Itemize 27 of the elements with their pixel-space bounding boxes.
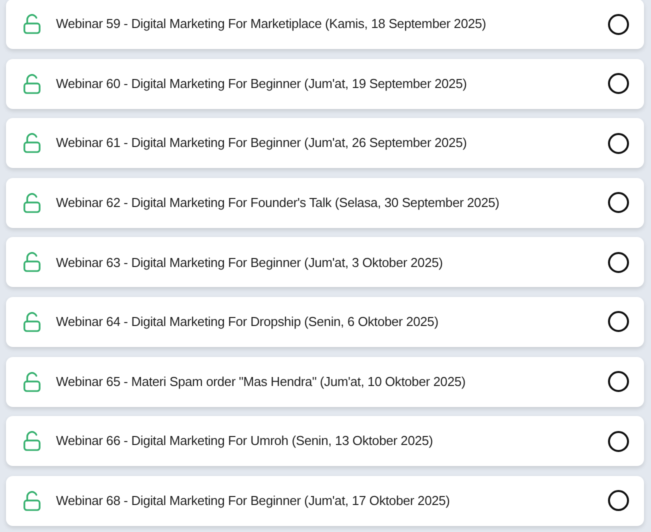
lesson-title: Webinar 66 - Digital Marketing For Umroh (Senin, 13 Oktober 2025) <box>56 432 434 450</box>
lesson-row[interactable]: Webinar 64 - Digital Marketing For Dropship (Senin, 6 Oktober 2025) <box>6 296 644 347</box>
lesson-title: Webinar 62 - Digital Marketing For Founder's Talk (Selasa, 30 September 2025) <box>56 194 500 212</box>
lesson-row[interactable]: Webinar 59 - Digital Marketing For Marketiplace (Kamis, 18 September 2025) <box>6 0 644 49</box>
lesson-title: Webinar 61 - Digital Marketing For Beginner (Jum'at, 26 September 2025) <box>56 134 468 152</box>
lesson-row[interactable]: Webinar 68 - Digital Marketing For Beginner (Jum'at, 17 Oktober 2025) <box>6 476 644 526</box>
lesson-row[interactable]: Webinar 62 - Digital Marketing For Founder's Talk (Selasa, 30 September 2025) <box>6 178 644 228</box>
lesson-title: Webinar 68 - Digital Marketing For Beginner (Jum'at, 17 Oktober 2025) <box>56 492 451 510</box>
lesson-title: Webinar 60 - Digital Marketing For Beginner (Jum'at, 19 September 2025) <box>56 74 468 93</box>
completion-checkbox[interactable] <box>608 430 629 452</box>
completion-checkbox[interactable] <box>608 371 629 392</box>
lesson-title: Webinar 64 - Digital Marketing For Dropship (Senin, 6 Oktober 2025) <box>56 313 440 332</box>
lesson-row[interactable]: Webinar 65 - Materi Spam order "Mas Hendra" (Jum'at, 10 Oktober 2025) <box>6 356 644 407</box>
lesson-row[interactable]: Webinar 63 - Digital Marketing For Beginner (Jum'at, 3 Oktober 2025) <box>6 237 644 288</box>
lesson-row[interactable]: Webinar 61 - Digital Marketing For Beginner (Jum'at, 26 September 2025) <box>6 118 644 168</box>
completion-checkbox[interactable] <box>608 192 629 214</box>
lesson-row[interactable]: Webinar 66 - Digital Marketing For Umroh (Senin, 13 Oktober 2025) <box>6 416 644 466</box>
completion-checkbox[interactable] <box>608 252 629 273</box>
completion-checkbox[interactable] <box>608 73 629 94</box>
lesson-row[interactable]: Webinar 60 - Digital Marketing For Beginner (Jum'at, 19 September 2025) <box>6 58 644 109</box>
completion-checkbox[interactable] <box>608 14 629 34</box>
completion-checkbox[interactable] <box>608 132 629 154</box>
lesson-title: Webinar 65 - Materi Spam order "Mas Hendra" (Jum'at, 10 Oktober 2025) <box>56 372 467 391</box>
completion-checkbox[interactable] <box>608 490 629 512</box>
completion-checkbox[interactable] <box>608 311 629 332</box>
lesson-title: Webinar 63 - Digital Marketing For Beginner (Jum'at, 3 Oktober 2025) <box>56 254 444 272</box>
lesson-title: Webinar 59 - Digital Marketing For Marketiplace (Kamis, 18 September 2025) <box>56 15 488 34</box>
